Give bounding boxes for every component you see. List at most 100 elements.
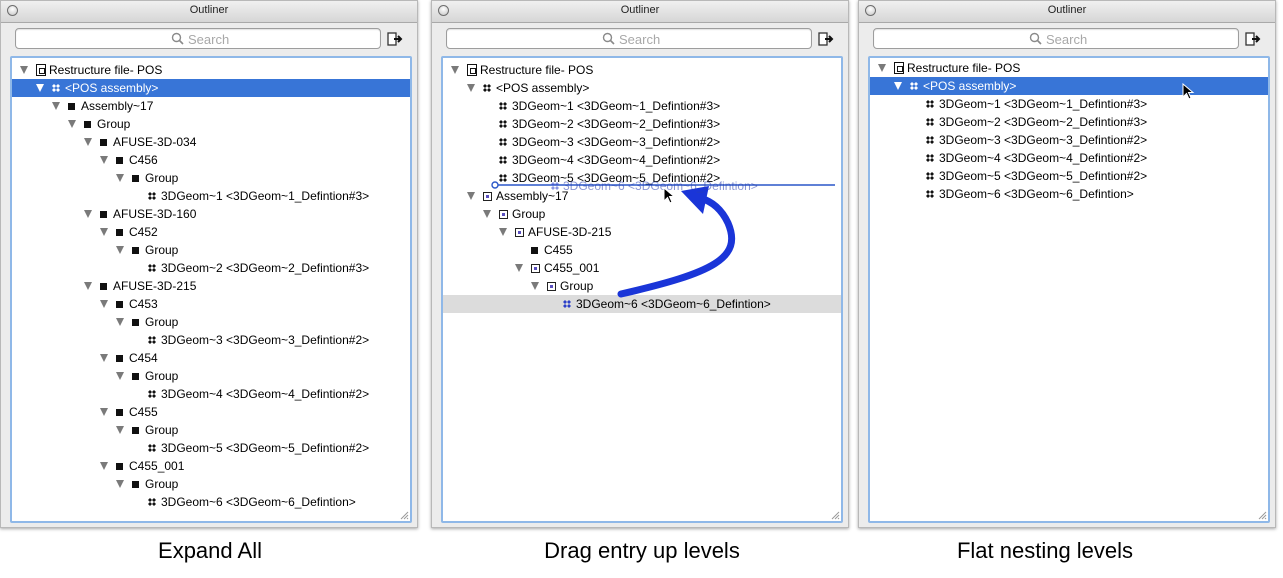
tree-row[interactable]: 3DGeom~3 <3DGeom~3_Defintion#2>: [12, 331, 410, 349]
tree-row[interactable]: 3DGeom~1 <3DGeom~1_Defintion#3>: [12, 187, 410, 205]
tree-row[interactable]: AFUSE-3D-215: [12, 277, 410, 295]
disclosure-triangle-icon[interactable]: [100, 408, 108, 416]
node-icon: [100, 283, 107, 290]
tree-row[interactable]: 3DGeom~5 <3DGeom~5_Defintion#2>: [12, 439, 410, 457]
tree-row-label: Group: [145, 315, 179, 329]
tree-row[interactable]: 3DGeom~2 <3DGeom~2_Defintion#3>: [870, 113, 1268, 131]
tree-row-label: C454: [129, 351, 158, 365]
tree-row[interactable]: <POS assembly>: [12, 79, 410, 97]
disclosure-triangle-icon[interactable]: [20, 66, 28, 74]
disclosure-triangle-icon[interactable]: [116, 480, 124, 488]
geom-icon: [926, 100, 934, 108]
search-input[interactable]: Search: [873, 28, 1239, 49]
tree-row[interactable]: Group: [12, 115, 410, 133]
disclosure-triangle-icon[interactable]: [116, 246, 124, 254]
tree-row-label: 3DGeom~5 <3DGeom~5_Defintion#2>: [939, 169, 1148, 183]
tree-row[interactable]: C454: [12, 349, 410, 367]
tree-row-label: C456: [129, 153, 158, 167]
disclosure-triangle-icon[interactable]: [100, 156, 108, 164]
outline-tree[interactable]: Restructure file- POS <POS assembly> Assem…: [10, 56, 412, 523]
disclosure-triangle-icon[interactable]: [84, 138, 92, 146]
disclosure-triangle-icon[interactable]: [100, 462, 108, 470]
tree-row[interactable]: Assembly~17: [12, 97, 410, 115]
geom-icon: [148, 390, 156, 398]
tree-row[interactable]: 3DGeom~4 <3DGeom~4_Defintion#2>: [870, 149, 1268, 167]
disclosure-triangle-icon[interactable]: [100, 228, 108, 236]
disclosure-triangle-icon[interactable]: [68, 120, 76, 128]
window-title: Outliner: [1047, 4, 1087, 16]
resize-grip-icon[interactable]: [1258, 511, 1267, 520]
tree-row[interactable]: Group: [12, 475, 410, 493]
geom-icon: [551, 182, 559, 190]
tree-row[interactable]: Group: [12, 367, 410, 385]
tree-row[interactable]: Group: [12, 169, 410, 187]
node-icon: [84, 121, 91, 128]
disclosure-triangle-icon[interactable]: [116, 174, 124, 182]
outliner-window-drag: Outliner Search Restructure file- POS <PO…: [431, 0, 849, 528]
tree-row[interactable]: <POS assembly>: [870, 77, 1268, 95]
resize-grip-icon[interactable]: [400, 511, 409, 520]
tree-row[interactable]: C452: [12, 223, 410, 241]
export-icon[interactable]: [1243, 29, 1263, 49]
tree-row[interactable]: Restructure file- POS: [870, 59, 1268, 77]
geom-icon: [926, 190, 934, 198]
search-placeholder: Search: [619, 32, 661, 47]
tree-row-label: <POS assembly>: [923, 79, 1017, 93]
tree-row[interactable]: Group: [12, 313, 410, 331]
outline-tree[interactable]: Restructure file- POS <POS assembly> 3DGeo…: [868, 56, 1270, 523]
geom-icon: [148, 192, 156, 200]
search-input[interactable]: Search: [15, 28, 381, 49]
title-bar[interactable]: Outliner: [1, 1, 417, 23]
tree-row-label: AFUSE-3D-034: [113, 135, 197, 149]
tree-row[interactable]: C455_001: [12, 457, 410, 475]
tree-row[interactable]: 3DGeom~6 <3DGeom~6_Defintion>: [12, 493, 410, 511]
geom-icon: [148, 498, 156, 506]
tree-row[interactable]: 3DGeom~2 <3DGeom~2_Defintion#3>: [12, 259, 410, 277]
disclosure-triangle-icon[interactable]: [84, 282, 92, 290]
outliner-window-expand-all: Outliner Search Restructure file- POS <PO…: [0, 0, 418, 528]
tree-row[interactable]: 3DGeom~6 <3DGeom~6_Defintion>: [870, 185, 1268, 203]
search-input[interactable]: Search: [446, 28, 812, 49]
title-bar[interactable]: Outliner: [859, 1, 1275, 23]
disclosure-triangle-icon[interactable]: [116, 318, 124, 326]
tree-row[interactable]: 3DGeom~1 <3DGeom~1_Defintion#3>: [870, 95, 1268, 113]
outline-tree[interactable]: Restructure file- POS <POS assembly> 3DGeo…: [441, 56, 843, 523]
tree-row-label: Restructure file- POS: [907, 61, 1021, 75]
geom-icon: [926, 154, 934, 162]
node-icon: [132, 481, 139, 488]
tree-row[interactable]: 3DGeom~5 <3DGeom~5_Defintion#2>: [870, 167, 1268, 185]
disclosure-triangle-icon[interactable]: [116, 426, 124, 434]
node-icon: [116, 409, 123, 416]
node-icon: [116, 463, 123, 470]
export-icon[interactable]: [385, 29, 405, 49]
tree-row[interactable]: C455: [12, 403, 410, 421]
node-icon: [68, 103, 75, 110]
disclosure-triangle-icon[interactable]: [894, 82, 902, 90]
node-icon: [116, 355, 123, 362]
drag-ghost-label: 3DGeom~6 <3DGeom~6_Defintion>: [563, 179, 758, 193]
disclosure-triangle-icon[interactable]: [100, 300, 108, 308]
title-bar[interactable]: Outliner: [432, 1, 848, 23]
tree-row[interactable]: AFUSE-3D-160: [12, 205, 410, 223]
disclosure-triangle-icon[interactable]: [84, 210, 92, 218]
disclosure-triangle-icon[interactable]: [116, 372, 124, 380]
tree-row[interactable]: 3DGeom~3 <3DGeom~3_Defintion#2>: [870, 131, 1268, 149]
node-icon: [132, 247, 139, 254]
export-icon[interactable]: [816, 29, 836, 49]
disclosure-triangle-icon[interactable]: [878, 64, 886, 72]
tree-row[interactable]: Group: [12, 421, 410, 439]
tree-row[interactable]: AFUSE-3D-034: [12, 133, 410, 151]
tree-row[interactable]: Group: [12, 241, 410, 259]
node-icon: [132, 427, 139, 434]
tree-row[interactable]: C453: [12, 295, 410, 313]
node-icon: [116, 157, 123, 164]
tree-row[interactable]: 3DGeom~4 <3DGeom~4_Defintion#2>: [12, 385, 410, 403]
tree-row-label: Group: [145, 171, 179, 185]
tree-row-label: Group: [97, 117, 131, 131]
tree-row[interactable]: Restructure file- POS: [12, 61, 410, 79]
tree-row[interactable]: C456: [12, 151, 410, 169]
node-icon: [100, 211, 107, 218]
disclosure-triangle-icon[interactable]: [100, 354, 108, 362]
disclosure-triangle-icon[interactable]: [52, 102, 60, 110]
disclosure-triangle-icon[interactable]: [36, 84, 44, 92]
